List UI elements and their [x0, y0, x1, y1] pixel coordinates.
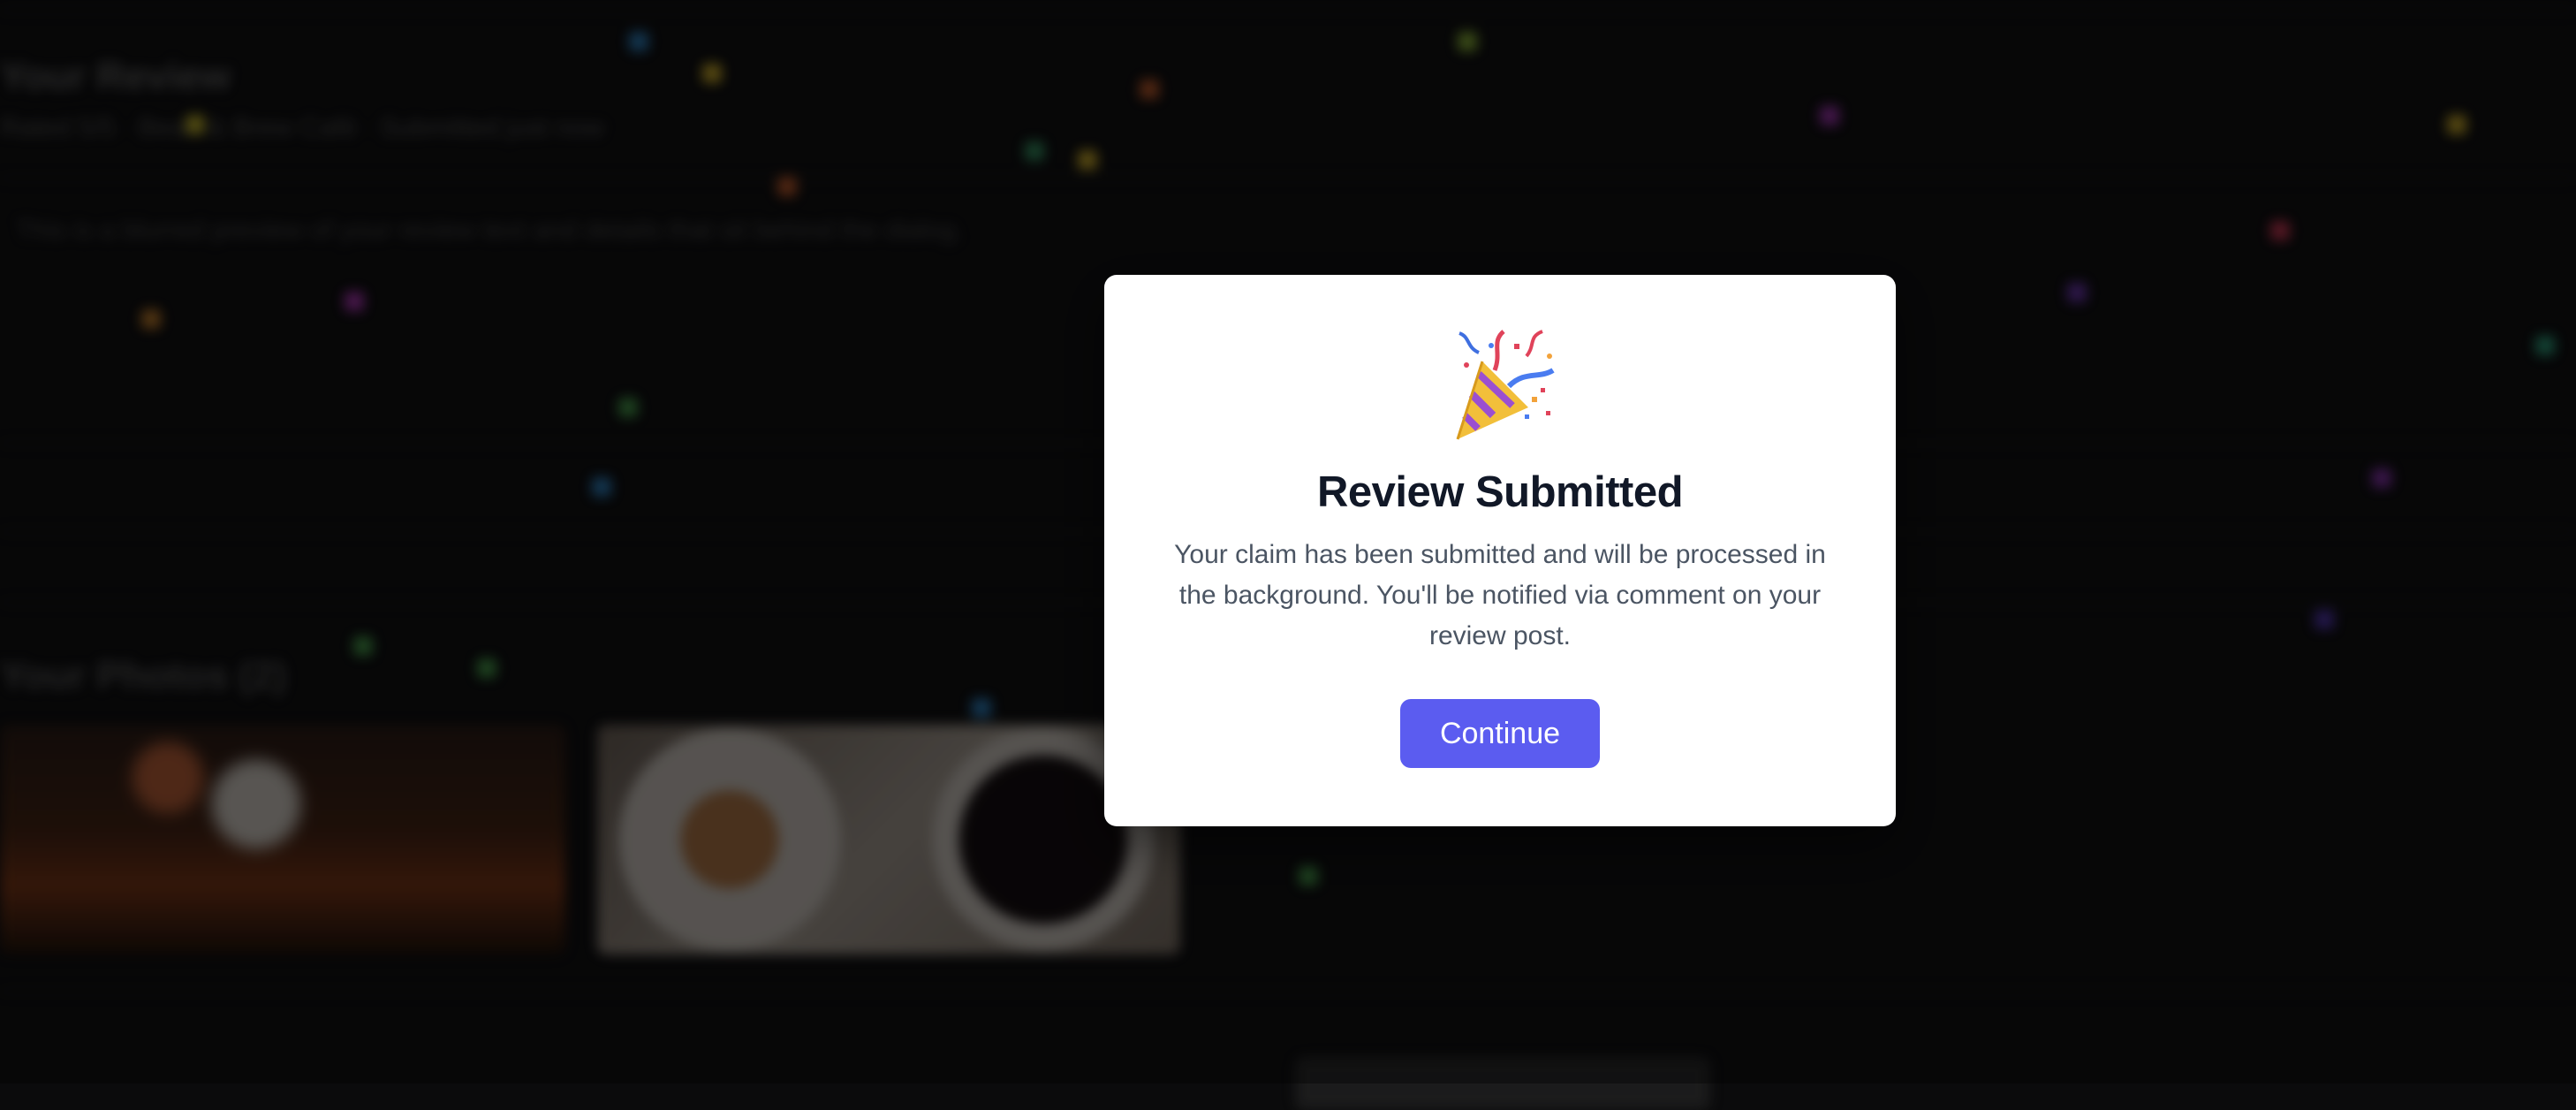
continue-button[interactable]: Continue [1400, 699, 1600, 768]
dialog-message: Your claim has been submitted and will b… [1174, 540, 1826, 650]
dialog-title: Review Submitted [1316, 468, 1684, 516]
review-submitted-dialog: Review Submitted Your claim has been sub… [1104, 275, 1896, 826]
party-popper-icon [1456, 330, 1555, 440]
